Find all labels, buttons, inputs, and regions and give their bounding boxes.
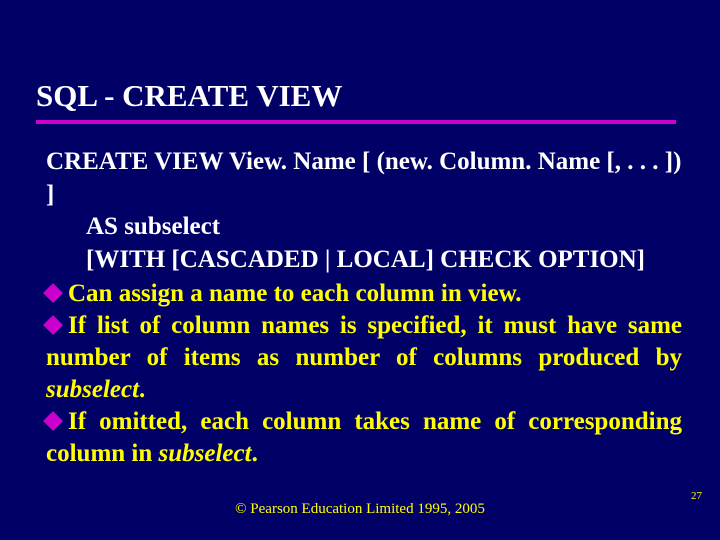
bullet-list: Can assign a name to each column in view…: [46, 278, 682, 470]
bullet-2: If list of column names is specified, it…: [46, 310, 682, 406]
bullet-3-text-c: .: [252, 440, 258, 467]
bullet-3-text-b: subselect: [159, 440, 252, 467]
bullet-2-text-a: If list of column names is specified, it…: [46, 312, 682, 371]
diamond-icon: [43, 315, 63, 335]
syntax-line-2: AS subselect: [86, 211, 682, 244]
bullet-2-text-b: subselect: [46, 376, 139, 403]
bullet-3-text-a: If omitted, each column takes name of co…: [46, 408, 682, 467]
page-number: 27: [691, 490, 702, 502]
diamond-icon: [43, 411, 63, 431]
title-underline: [36, 120, 676, 124]
diamond-icon: [43, 283, 63, 303]
slide: SQL - CREATE VIEW CREATE VIEW View. Name…: [0, 0, 720, 540]
bullet-3: If omitted, each column takes name of co…: [46, 406, 682, 470]
bullet-1: Can assign a name to each column in view…: [46, 278, 682, 310]
syntax-line-1: CREATE VIEW View. Name [ (new. Column. N…: [46, 146, 682, 211]
syntax-block: CREATE VIEW View. Name [ (new. Column. N…: [46, 146, 682, 276]
bullet-2-text-c: .: [139, 376, 145, 403]
syntax-line-3: [WITH [CASCADED | LOCAL] CHECK OPTION]: [86, 244, 682, 277]
footer-copyright: © Pearson Education Limited 1995, 2005: [0, 501, 720, 518]
bullet-1-text: Can assign a name to each column in view…: [68, 280, 522, 307]
slide-title: SQL - CREATE VIEW: [36, 78, 342, 114]
